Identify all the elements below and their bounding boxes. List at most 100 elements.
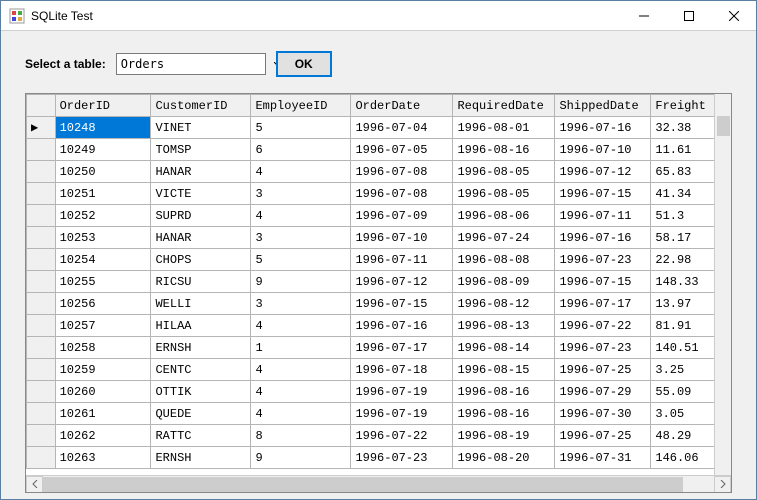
cell[interactable]: CHOPS — [151, 249, 251, 271]
cell[interactable]: 4 — [251, 381, 351, 403]
cell[interactable]: 1996-07-23 — [351, 447, 453, 469]
cell[interactable]: 10251 — [55, 183, 151, 205]
vertical-scrollbar[interactable] — [714, 94, 731, 475]
cell[interactable]: 4 — [251, 315, 351, 337]
horizontal-scrollbar[interactable] — [26, 475, 731, 492]
maximize-button[interactable] — [666, 1, 711, 30]
cell[interactable]: 1996-07-11 — [351, 249, 453, 271]
cell[interactable]: HANAR — [151, 227, 251, 249]
minimize-button[interactable] — [621, 1, 666, 30]
table-combobox[interactable] — [116, 53, 266, 75]
cell[interactable]: 1996-07-12 — [351, 271, 453, 293]
cell[interactable]: 1996-07-16 — [555, 117, 651, 139]
cell[interactable]: 1996-07-12 — [555, 161, 651, 183]
cell[interactable]: 1996-08-13 — [453, 315, 555, 337]
cell[interactable]: 1996-07-25 — [555, 425, 651, 447]
cell[interactable]: 1996-07-08 — [351, 161, 453, 183]
cell[interactable]: 10249 — [55, 139, 151, 161]
column-header[interactable]: CustomerID — [151, 95, 251, 117]
cell[interactable]: 3 — [251, 227, 351, 249]
cell[interactable]: 1996-08-08 — [453, 249, 555, 271]
cell[interactable]: 1996-07-10 — [555, 139, 651, 161]
cell[interactable]: 1996-08-20 — [453, 447, 555, 469]
row-header[interactable] — [27, 447, 56, 469]
row-header[interactable] — [27, 227, 56, 249]
row-header[interactable] — [27, 315, 56, 337]
row-header[interactable] — [27, 359, 56, 381]
cell[interactable]: 1996-07-04 — [351, 117, 453, 139]
cell[interactable]: 1996-08-16 — [453, 403, 555, 425]
cell[interactable]: 4 — [251, 161, 351, 183]
cell[interactable]: 1996-08-15 — [453, 359, 555, 381]
cell[interactable]: HILAA — [151, 315, 251, 337]
cell[interactable]: 1996-07-16 — [351, 315, 453, 337]
cell[interactable]: 1996-07-08 — [351, 183, 453, 205]
table-row[interactable]: 10251VICTE31996-07-081996-08-051996-07-1… — [27, 183, 731, 205]
cell[interactable]: 10250 — [55, 161, 151, 183]
cell[interactable]: 4 — [251, 205, 351, 227]
cell[interactable]: QUEDE — [151, 403, 251, 425]
cell[interactable]: RATTC — [151, 425, 251, 447]
cell[interactable]: 1996-08-06 — [453, 205, 555, 227]
column-header[interactable]: OrderDate — [351, 95, 453, 117]
cell[interactable]: 1996-07-31 — [555, 447, 651, 469]
cell[interactable]: 9 — [251, 447, 351, 469]
row-header[interactable] — [27, 271, 56, 293]
cell[interactable]: 10255 — [55, 271, 151, 293]
cell[interactable]: 10263 — [55, 447, 151, 469]
cell[interactable]: 1996-08-16 — [453, 381, 555, 403]
cell[interactable]: 10253 — [55, 227, 151, 249]
cell[interactable]: ERNSH — [151, 337, 251, 359]
cell[interactable]: OTTIK — [151, 381, 251, 403]
cell[interactable]: 1996-08-12 — [453, 293, 555, 315]
cell[interactable]: 1996-07-15 — [555, 271, 651, 293]
table-row[interactable]: 10249TOMSP61996-07-051996-08-161996-07-1… — [27, 139, 731, 161]
table-row[interactable]: 10253HANAR31996-07-101996-07-241996-07-1… — [27, 227, 731, 249]
cell[interactable]: 1996-07-19 — [351, 381, 453, 403]
cell[interactable]: 5 — [251, 249, 351, 271]
cell[interactable]: 1996-07-17 — [555, 293, 651, 315]
cell[interactable]: 10248 — [55, 117, 151, 139]
table-row[interactable]: ▶10248VINET51996-07-041996-08-011996-07-… — [27, 117, 731, 139]
cell[interactable]: 9 — [251, 271, 351, 293]
row-header[interactable] — [27, 337, 56, 359]
row-header[interactable] — [27, 161, 56, 183]
cell[interactable]: VINET — [151, 117, 251, 139]
table-row[interactable]: 10255RICSU91996-07-121996-08-091996-07-1… — [27, 271, 731, 293]
cell[interactable]: 1996-08-19 — [453, 425, 555, 447]
cell[interactable]: 10259 — [55, 359, 151, 381]
cell[interactable]: 1996-07-09 — [351, 205, 453, 227]
cell[interactable]: 1996-07-11 — [555, 205, 651, 227]
table-row[interactable]: 10259CENTC41996-07-181996-08-151996-07-2… — [27, 359, 731, 381]
row-header[interactable]: ▶ — [27, 117, 56, 139]
cell[interactable]: 1996-07-19 — [351, 403, 453, 425]
cell[interactable]: 1996-08-14 — [453, 337, 555, 359]
table-row[interactable]: 10256WELLI31996-07-151996-08-121996-07-1… — [27, 293, 731, 315]
cell[interactable]: 1996-07-23 — [555, 337, 651, 359]
horizontal-scrollbar-track[interactable] — [43, 476, 714, 493]
cell[interactable]: 3 — [251, 183, 351, 205]
row-header[interactable] — [27, 403, 56, 425]
column-header[interactable]: ShippedDate — [555, 95, 651, 117]
cell[interactable]: 5 — [251, 117, 351, 139]
cell[interactable]: 1996-07-25 — [555, 359, 651, 381]
data-grid[interactable]: OrderIDCustomerIDEmployeeIDOrderDateRequ… — [25, 93, 732, 493]
cell[interactable]: 10257 — [55, 315, 151, 337]
cell[interactable]: 6 — [251, 139, 351, 161]
cell[interactable]: 1996-07-15 — [351, 293, 453, 315]
cell[interactable]: 4 — [251, 359, 351, 381]
cell[interactable]: WELLI — [151, 293, 251, 315]
column-header[interactable]: OrderID — [55, 95, 151, 117]
cell[interactable]: 1996-08-05 — [453, 183, 555, 205]
cell[interactable]: 1996-08-05 — [453, 161, 555, 183]
cell[interactable]: 1996-07-24 — [453, 227, 555, 249]
titlebar[interactable]: SQLite Test — [1, 1, 756, 31]
cell[interactable]: 1996-07-05 — [351, 139, 453, 161]
table-row[interactable]: 10263ERNSH91996-07-231996-08-201996-07-3… — [27, 447, 731, 469]
cell[interactable]: TOMSP — [151, 139, 251, 161]
cell[interactable]: 10262 — [55, 425, 151, 447]
row-header[interactable] — [27, 293, 56, 315]
column-header[interactable]: EmployeeID — [251, 95, 351, 117]
row-header[interactable] — [27, 425, 56, 447]
cell[interactable]: 4 — [251, 403, 351, 425]
